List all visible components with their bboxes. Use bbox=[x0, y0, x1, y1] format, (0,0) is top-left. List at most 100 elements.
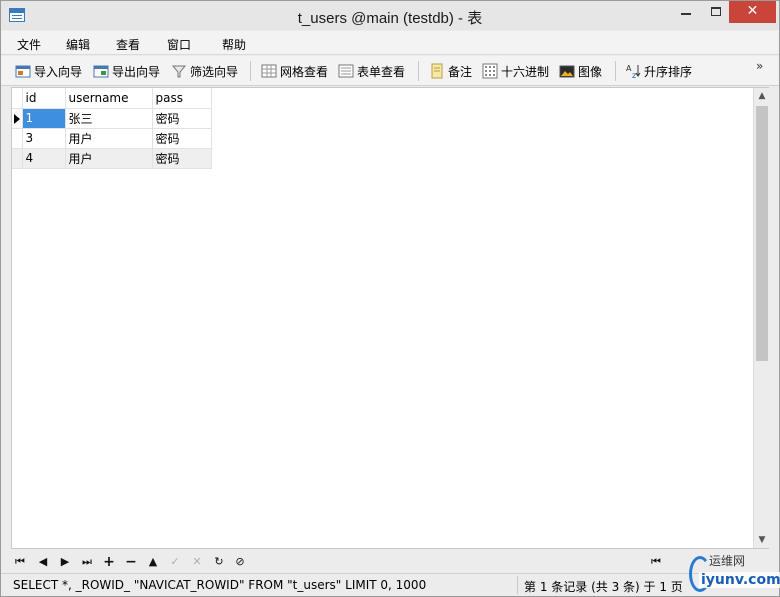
table-cell-pass[interactable]: 密码 bbox=[152, 148, 212, 169]
menu-edit[interactable]: 编辑 bbox=[66, 36, 90, 53]
sort-ascending-icon: Az bbox=[625, 63, 641, 80]
toolbar-separator bbox=[250, 61, 251, 81]
data-table: id username pass 1 张三 密码 3 用户 密码 4 用户 密码 bbox=[12, 88, 212, 169]
first-page-icon: ⏮ bbox=[651, 555, 661, 568]
form-view-label: 表单查看 bbox=[357, 64, 406, 79]
stop-button[interactable]: ⊘ bbox=[231, 554, 249, 570]
form-view-button[interactable]: 表单查看 bbox=[338, 61, 405, 81]
filter-wizard-button[interactable]: 筛选向导 bbox=[171, 61, 238, 81]
discard-changes-button[interactable]: ✕ bbox=[188, 554, 206, 570]
column-header-id[interactable]: id bbox=[22, 88, 66, 109]
menu-window[interactable]: 窗口 bbox=[167, 36, 191, 53]
cross-icon: ✕ bbox=[192, 555, 202, 568]
stop-icon: ⊘ bbox=[235, 555, 245, 568]
refresh-button[interactable]: ↻ bbox=[210, 554, 228, 570]
menu-view[interactable]: 查看 bbox=[116, 36, 140, 53]
form-icon bbox=[338, 63, 354, 79]
title-bar[interactable]: t_users @main (testdb) - 表 ✕ bbox=[1, 1, 779, 30]
column-header-username[interactable]: username bbox=[65, 88, 153, 109]
sql-query-text: SELECT *, _ROWID_ "NAVICAT_ROWID" FROM "… bbox=[13, 578, 427, 592]
toolbar-overflow-button[interactable]: » bbox=[756, 59, 763, 73]
minimize-icon bbox=[681, 13, 691, 15]
minimize-button[interactable] bbox=[669, 1, 703, 23]
image-icon bbox=[559, 63, 575, 79]
export-wizard-button[interactable]: 导出向导 bbox=[93, 61, 160, 81]
import-wizard-button[interactable]: 导入向导 bbox=[15, 61, 82, 81]
record-navigation-bar: ⏮ ◀ ▶ ⏭ + − ▲ ✓ ✕ ↻ ⊘ ⏮ bbox=[1, 551, 779, 573]
apply-changes-button[interactable]: ✓ bbox=[166, 554, 184, 570]
table-cell-id[interactable]: 3 bbox=[22, 128, 66, 149]
scroll-down-icon[interactable]: ▼ bbox=[754, 532, 770, 548]
watermark-text-cn: 运维网 bbox=[709, 554, 746, 568]
import-wizard-label: 导入向导 bbox=[34, 64, 83, 79]
column-header-pass[interactable]: pass bbox=[152, 88, 212, 109]
hex-button[interactable]: 十六进制 bbox=[482, 61, 549, 81]
import-icon bbox=[15, 63, 31, 79]
first-record-icon: ⏮ bbox=[15, 555, 25, 568]
previous-record-button[interactable]: ◀ bbox=[34, 554, 52, 570]
toolbar: 导入向导 导出向导 筛选向导 网格查看 表单查看 备注 十六进制 图像 A z … bbox=[1, 56, 779, 86]
table-cell-username[interactable]: 用户 bbox=[65, 148, 153, 169]
hex-icon bbox=[482, 63, 498, 79]
status-bar: SELECT *, _ROWID_ "NAVICAT_ROWID" FROM "… bbox=[1, 573, 779, 596]
menu-bar: 文件 编辑 查看 窗口 帮助 bbox=[1, 31, 779, 55]
menu-help[interactable]: 帮助 bbox=[222, 36, 246, 53]
image-label: 图像 bbox=[578, 64, 603, 79]
edit-record-button[interactable]: ▲ bbox=[144, 554, 162, 570]
delete-record-button[interactable]: − bbox=[122, 554, 140, 570]
table-cell-pass[interactable]: 密码 bbox=[152, 128, 212, 149]
row-indicator[interactable] bbox=[12, 128, 23, 149]
current-row-arrow-icon bbox=[14, 113, 20, 124]
toolbar-separator bbox=[418, 61, 419, 81]
refresh-icon: ↻ bbox=[214, 555, 224, 568]
window-title: t_users @main (testdb) - 表 bbox=[297, 10, 483, 27]
memo-button[interactable]: 备注 bbox=[429, 61, 472, 81]
watermark-text-url: iyunv.com bbox=[699, 572, 780, 588]
record-info-text: 第 1 条记录 (共 3 条) 于 1 页 bbox=[524, 580, 683, 594]
plus-icon: + bbox=[103, 554, 115, 570]
check-icon: ✓ bbox=[170, 555, 180, 568]
next-record-icon: ▶ bbox=[60, 555, 70, 568]
close-icon: ✕ bbox=[746, 3, 759, 19]
minus-icon: − bbox=[125, 554, 137, 570]
table-row[interactable]: 3 用户 密码 bbox=[12, 128, 212, 149]
scrollbar-thumb[interactable] bbox=[756, 106, 768, 361]
status-separator bbox=[517, 576, 518, 594]
next-record-button[interactable]: ▶ bbox=[56, 554, 74, 570]
sort-ascending-label: 升序排序 bbox=[644, 64, 693, 79]
menu-file[interactable]: 文件 bbox=[17, 36, 41, 53]
image-button[interactable]: 图像 bbox=[559, 61, 602, 81]
last-record-button[interactable]: ⏭ bbox=[78, 554, 96, 570]
row-indicator[interactable] bbox=[12, 108, 23, 129]
scroll-up-icon[interactable]: ▲ bbox=[754, 88, 770, 104]
hex-label: 十六进制 bbox=[501, 64, 550, 79]
first-page-button[interactable]: ⏮ bbox=[647, 554, 665, 570]
export-wizard-label: 导出向导 bbox=[112, 64, 161, 79]
table-row[interactable]: 4 用户 密码 bbox=[12, 148, 212, 169]
vertical-scrollbar[interactable]: ▲ ▼ bbox=[753, 88, 769, 548]
table-row[interactable]: 1 张三 密码 bbox=[12, 108, 212, 129]
export-icon bbox=[93, 63, 109, 79]
svg-text:z: z bbox=[632, 71, 636, 79]
memo-icon bbox=[429, 63, 445, 79]
table-cell-pass[interactable]: 密码 bbox=[152, 108, 212, 129]
triangle-up-icon: ▲ bbox=[148, 555, 158, 568]
toolbar-separator bbox=[615, 61, 616, 81]
table-cell-username[interactable]: 用户 bbox=[65, 128, 153, 149]
grid-view-label: 网格查看 bbox=[280, 64, 329, 79]
grid-view-button[interactable]: 网格查看 bbox=[261, 61, 328, 81]
data-grid[interactable]: id username pass 1 张三 密码 3 用户 密码 4 用户 密码 bbox=[11, 87, 769, 549]
row-indicator-header bbox=[12, 88, 23, 109]
filter-icon bbox=[171, 63, 187, 79]
watermark: 运维网 iyunv.com bbox=[669, 550, 780, 596]
table-cell-id[interactable]: 4 bbox=[22, 148, 66, 169]
close-button[interactable]: ✕ bbox=[729, 1, 776, 23]
first-record-button[interactable]: ⏮ bbox=[11, 554, 29, 570]
sort-ascending-button[interactable]: Az 升序排序 bbox=[625, 61, 692, 81]
row-indicator[interactable] bbox=[12, 148, 23, 169]
table-cell-id[interactable]: 1 bbox=[22, 108, 66, 129]
maximize-button[interactable] bbox=[703, 1, 729, 23]
table-cell-username[interactable]: 张三 bbox=[65, 108, 153, 129]
last-record-icon: ⏭ bbox=[82, 555, 92, 568]
add-record-button[interactable]: + bbox=[100, 554, 118, 570]
